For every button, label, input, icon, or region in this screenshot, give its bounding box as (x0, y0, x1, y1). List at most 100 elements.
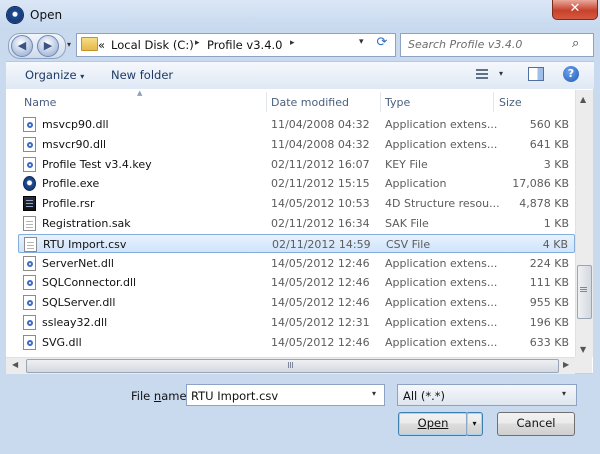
cancel-button[interactable]: Cancel (497, 412, 575, 436)
breadcrumb-chevron-icon[interactable]: ▸ (195, 38, 200, 48)
file-size: 1 KB (543, 217, 569, 230)
file-row[interactable]: RTU Import.csv 02/11/2012 14:59 CSV File 4 … (18, 233, 575, 253)
file-size: 955 KB (529, 296, 569, 310)
file-row[interactable]: SQLConnector.dll 14/05/2012 12:46 Applicat… (18, 273, 575, 292)
file-row[interactable]: Profile Test v3.4.key 02/11/2012 16:07 KEY… (18, 155, 575, 174)
file-row[interactable]: msvcp90.dll 11/04/2008 04:32 Application e… (18, 115, 575, 134)
file-date: 11/04/2008 04:32 (271, 118, 370, 131)
breadcrumb-chevron-icon[interactable]: ▸ (290, 38, 295, 48)
back-button[interactable]: ◀ (11, 35, 33, 57)
search-icon[interactable]: ⌕ (572, 36, 579, 51)
file-type: Application extens... (385, 137, 498, 151)
file-size: 560 KB (529, 118, 569, 131)
file-date: 02/11/2012 16:34 (271, 217, 370, 230)
open-options-button[interactable]: ▾ (466, 412, 483, 436)
file-row[interactable]: Profile.rsr 14/05/2012 10:53 4D Structure … (18, 194, 575, 213)
file-type: Application extens... (385, 276, 498, 290)
column-divider[interactable] (380, 92, 381, 112)
file-date: 02/11/2012 15:15 (271, 177, 370, 191)
file-date: 14/05/2012 12:31 (271, 316, 370, 329)
file-name: msvcr90.dll (42, 137, 107, 151)
column-type[interactable]: Type (385, 96, 410, 109)
file-type: Application extens... (385, 335, 498, 349)
file-name-value: RTU Import.csv (191, 389, 279, 403)
file-dll-icon (23, 255, 36, 271)
new-folder-button[interactable]: New folder (111, 68, 173, 82)
scroll-left-icon[interactable]: ◀ (12, 360, 18, 369)
file-type: Application extens... (385, 256, 498, 270)
forward-button[interactable]: ▶ (37, 35, 59, 57)
file-date: 14/05/2012 10:53 (271, 197, 370, 211)
file-type: 4D Structure resou... (385, 197, 500, 211)
column-name[interactable]: Name (24, 96, 56, 109)
column-date-modified[interactable]: Date modified (271, 96, 349, 109)
horizontal-scroll-thumb[interactable] (26, 359, 559, 373)
file-size: 111 KB (529, 276, 569, 290)
views-dropdown-icon[interactable]: ▾ (499, 69, 503, 78)
file-date: 14/05/2012 12:46 (271, 335, 370, 349)
views-icon[interactable] (476, 69, 488, 79)
breadcrumb-local-disk[interactable]: Local Disk (C:) (111, 38, 194, 52)
organize-button[interactable]: Organize ▾ (25, 68, 84, 82)
file-exe-icon (23, 176, 36, 192)
file-name: msvcp90.dll (42, 118, 109, 131)
scroll-corner (575, 357, 592, 373)
file-name: Registration.sak (42, 217, 131, 230)
breadcrumb-overflow[interactable]: « (98, 38, 105, 52)
file-row[interactable]: Profile.exe 02/11/2012 15:15 Application 17… (18, 174, 575, 193)
column-divider[interactable] (493, 92, 494, 112)
scroll-down-icon[interactable]: ▼ (580, 345, 586, 354)
file-row[interactable]: ssleay32.dll 14/05/2012 12:31 Application … (18, 313, 575, 332)
file-row[interactable]: ServerNet.dll 14/05/2012 12:46 Application… (18, 254, 575, 273)
file-type: KEY File (385, 157, 428, 171)
file-type: SAK File (385, 217, 429, 230)
file-name: SVG.dll (42, 335, 82, 349)
scroll-up-icon[interactable]: ▲ (580, 95, 586, 104)
file-row[interactable]: SQLServer.dll 14/05/2012 12:46 Application… (18, 293, 575, 312)
file-name-label: File name: (131, 389, 191, 403)
file-row[interactable]: msvcr90.dll 11/04/2008 04:32 Application e… (18, 135, 575, 154)
help-icon[interactable]: ? (563, 66, 579, 82)
file-date: 02/11/2012 16:07 (271, 157, 370, 171)
recent-pages-icon[interactable]: ▾ (67, 40, 71, 49)
scroll-grip-icon (580, 287, 587, 288)
file-type-value: All (*.*) (403, 389, 446, 403)
file-name: Profile.exe (42, 177, 100, 191)
vertical-scroll-thumb[interactable] (577, 265, 592, 319)
file-size: 4 KB (542, 237, 568, 251)
refresh-icon[interactable]: ⟳ (373, 35, 391, 53)
file-type-dropdown-icon[interactable]: ▾ (562, 389, 566, 398)
file-name-dropdown-icon[interactable]: ▾ (372, 389, 376, 398)
file-type: Application (385, 177, 447, 191)
column-size[interactable]: Size (499, 96, 522, 109)
file-date: 14/05/2012 12:46 (271, 276, 370, 290)
file-size: 633 KB (529, 335, 569, 349)
preview-pane-icon[interactable] (528, 67, 544, 81)
file-date: 11/04/2008 04:32 (271, 137, 370, 151)
file-date: 14/05/2012 12:46 (271, 296, 370, 310)
file-type: CSV File (386, 237, 431, 251)
file-dll-icon (23, 315, 36, 330)
file-row[interactable]: Registration.sak 02/11/2012 16:34 SAK File… (18, 214, 575, 233)
file-name: SQLConnector.dll (42, 276, 137, 290)
folder-icon (81, 37, 98, 51)
scroll-right-icon[interactable]: ▶ (563, 360, 569, 369)
file-date: 14/05/2012 12:46 (271, 256, 370, 270)
file-name: ssleay32.dll (42, 316, 108, 329)
file-size: 17,086 KB (512, 177, 569, 191)
file-dll-icon (23, 275, 36, 291)
file-name: Profile.rsr (42, 197, 95, 211)
file-dll-icon (23, 295, 36, 311)
open-button[interactable]: Open (398, 412, 468, 436)
address-dropdown-icon[interactable]: ▾ (359, 37, 364, 47)
file-size: 3 KB (543, 157, 569, 171)
open-label: Open (417, 416, 449, 430)
file-dll-icon (23, 136, 36, 152)
file-dll-icon (23, 156, 36, 172)
breadcrumb-profile[interactable]: Profile v3.4.0 (207, 38, 282, 52)
close-button[interactable]: ✕ (552, 0, 598, 20)
file-dll-icon (23, 117, 36, 132)
file-row[interactable]: SVG.dll 14/05/2012 12:46 Application exten… (18, 333, 575, 352)
file-dll-icon (23, 334, 36, 350)
column-divider[interactable] (266, 92, 267, 112)
